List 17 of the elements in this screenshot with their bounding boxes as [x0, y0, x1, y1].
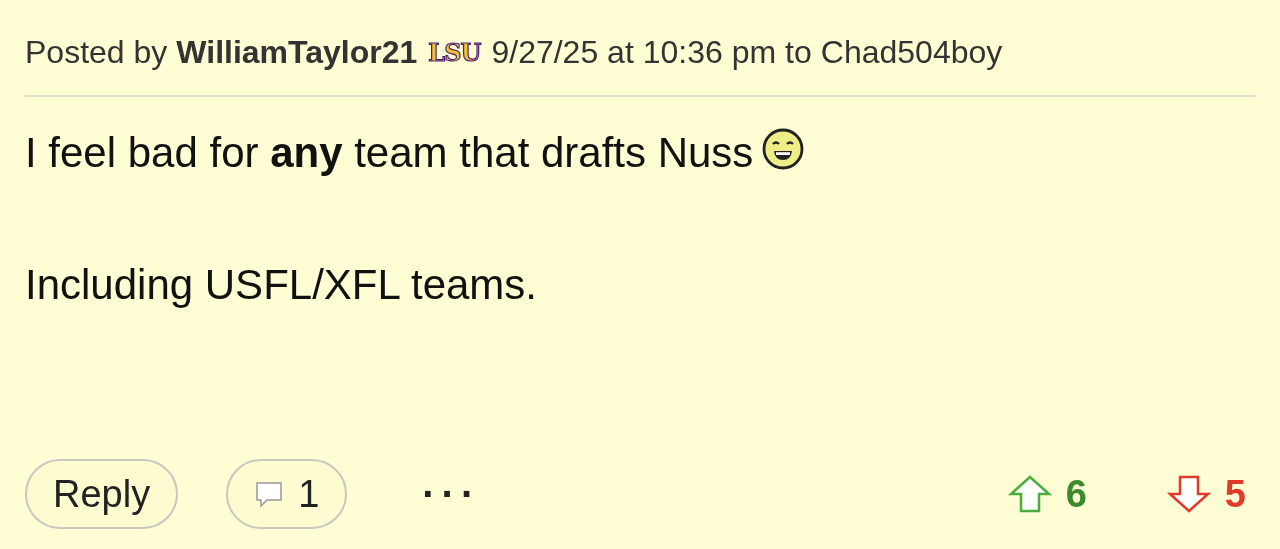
reply-to-user[interactable]: Chad504boy [820, 34, 1003, 71]
to-label: to [785, 34, 812, 71]
team-logo: LSU [426, 40, 483, 65]
post-text: Including USFL/XFL teams. [25, 264, 538, 306]
laughing-emoji-icon [761, 127, 806, 171]
speech-bubble-icon [254, 479, 285, 509]
posted-by-label: Posted by [25, 34, 168, 71]
upvote-count: 6 [1065, 472, 1087, 516]
upvote-arrow-icon[interactable] [1007, 475, 1052, 513]
downvote-count: 5 [1224, 472, 1246, 516]
more-options[interactable]: ··· [422, 471, 481, 517]
comments-button[interactable]: 1 [226, 459, 348, 529]
author-name[interactable]: WilliamTaylor21 [176, 34, 418, 71]
post-timestamp: 9/27/25 at 10:36 pm [491, 34, 777, 71]
reply-button[interactable]: Reply [25, 459, 179, 529]
downvote-arrow-icon[interactable] [1166, 475, 1211, 513]
post-text: I feel bad for any team that drafts Nuss [25, 127, 1255, 174]
